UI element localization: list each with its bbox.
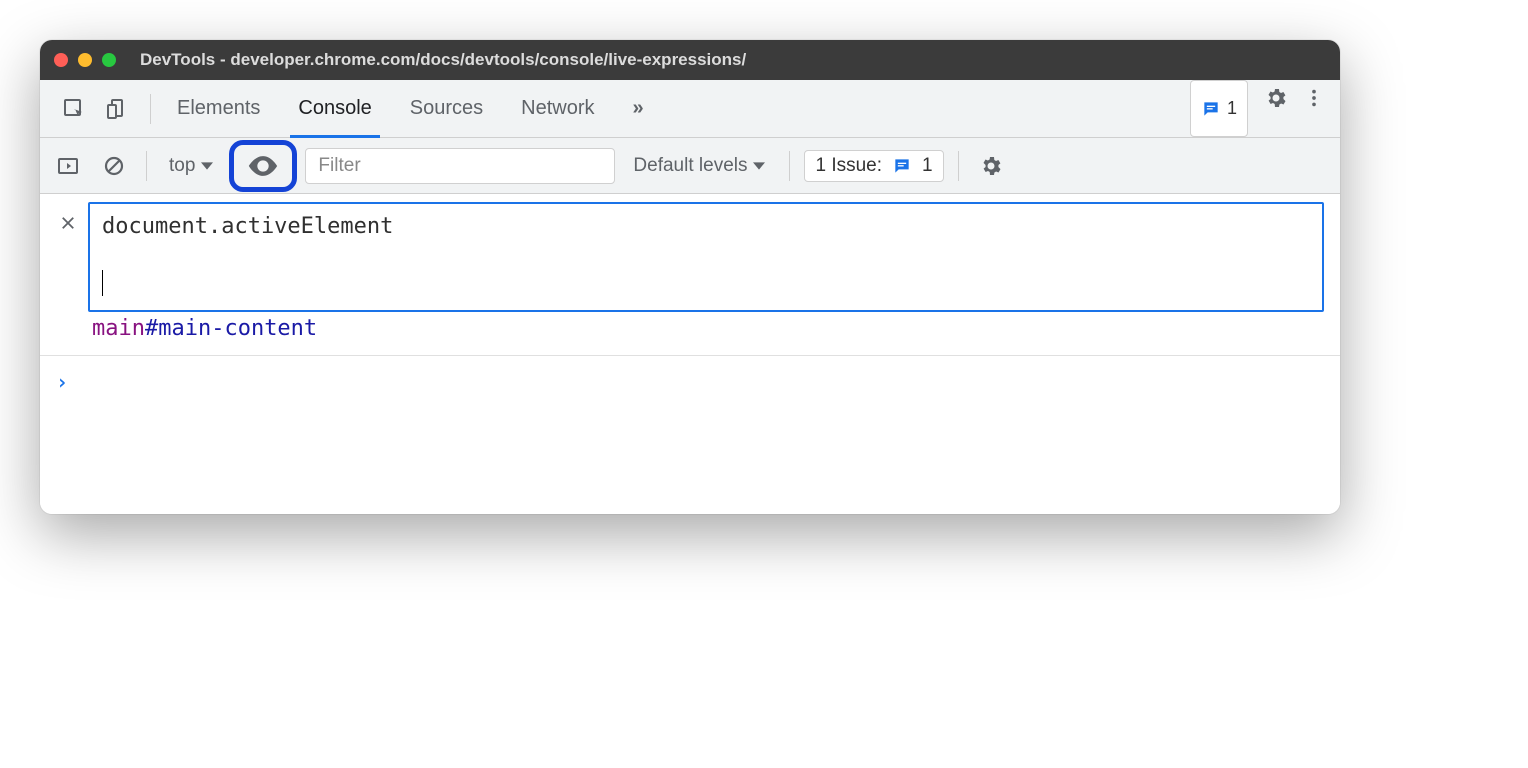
execution-context-selector[interactable]: top — [161, 151, 221, 181]
divider — [150, 94, 151, 124]
settings-icon[interactable] — [1258, 80, 1294, 116]
close-window-button[interactable] — [54, 53, 68, 67]
levels-label: Default levels — [633, 155, 747, 177]
clear-console-icon[interactable] — [96, 148, 132, 184]
issues-label: 1 Issue: — [815, 155, 882, 177]
messages-count: 1 — [1227, 98, 1237, 119]
console-prompt[interactable]: › — [40, 356, 1340, 514]
traffic-lights — [54, 53, 116, 67]
remove-live-expression-button[interactable] — [48, 202, 88, 232]
close-icon — [59, 214, 77, 232]
divider — [146, 151, 147, 181]
text-cursor — [102, 270, 103, 296]
live-expression-result[interactable]: main#main-content — [40, 312, 1340, 356]
result-element-tag: main — [92, 316, 145, 341]
tab-label: Network — [521, 97, 594, 120]
context-label: top — [169, 155, 195, 177]
message-icon — [1201, 99, 1221, 119]
tab-network[interactable]: Network — [503, 80, 612, 137]
console-sidebar-toggle-icon[interactable] — [50, 148, 86, 184]
tab-console[interactable]: Console — [280, 80, 389, 137]
live-expression-input[interactable]: document.activeElement — [88, 202, 1324, 312]
window-title: DevTools - developer.chrome.com/docs/dev… — [140, 50, 746, 70]
titlebar: DevTools - developer.chrome.com/docs/dev… — [40, 40, 1340, 80]
result-element-id: #main-content — [145, 316, 317, 341]
prompt-caret-icon: › — [56, 370, 68, 394]
tab-label: Sources — [410, 97, 483, 120]
dropdown-triangle-icon — [753, 160, 765, 172]
console-toolbar: top Default levels 1 Issue: 1 — [40, 138, 1340, 194]
inspect-element-icon[interactable] — [56, 91, 92, 127]
tab-label: Console — [298, 97, 371, 120]
live-expression-text: document.activeElement — [102, 214, 393, 239]
maximize-window-button[interactable] — [102, 53, 116, 67]
messages-badge[interactable]: 1 — [1190, 80, 1248, 137]
dropdown-triangle-icon — [201, 160, 213, 172]
log-levels-selector[interactable]: Default levels — [623, 155, 775, 177]
minimize-window-button[interactable] — [78, 53, 92, 67]
main-tabbar: Elements Console Sources Network » 1 — [40, 80, 1340, 138]
eye-icon — [246, 149, 280, 183]
divider — [958, 151, 959, 181]
console-content: document.activeElement main#main-content… — [40, 194, 1340, 514]
tab-elements[interactable]: Elements — [159, 80, 278, 137]
divider — [789, 151, 790, 181]
tab-label: Elements — [177, 97, 260, 120]
chevron-right-icon: » — [633, 97, 644, 120]
devtools-window: DevTools - developer.chrome.com/docs/dev… — [40, 40, 1340, 514]
tab-sources[interactable]: Sources — [392, 80, 501, 137]
more-menu-icon[interactable] — [1296, 80, 1332, 116]
device-toolbar-icon[interactable] — [98, 91, 134, 127]
console-settings-icon[interactable] — [973, 148, 1009, 184]
issues-badge[interactable]: 1 Issue: 1 — [804, 150, 943, 182]
message-icon — [892, 156, 912, 176]
filter-input[interactable] — [305, 148, 615, 184]
tabs-overflow[interactable]: » — [615, 80, 662, 137]
live-expression-row: document.activeElement — [40, 194, 1340, 312]
issues-count: 1 — [922, 155, 933, 177]
inspect-tools — [48, 80, 142, 137]
create-live-expression-button[interactable] — [229, 140, 297, 192]
